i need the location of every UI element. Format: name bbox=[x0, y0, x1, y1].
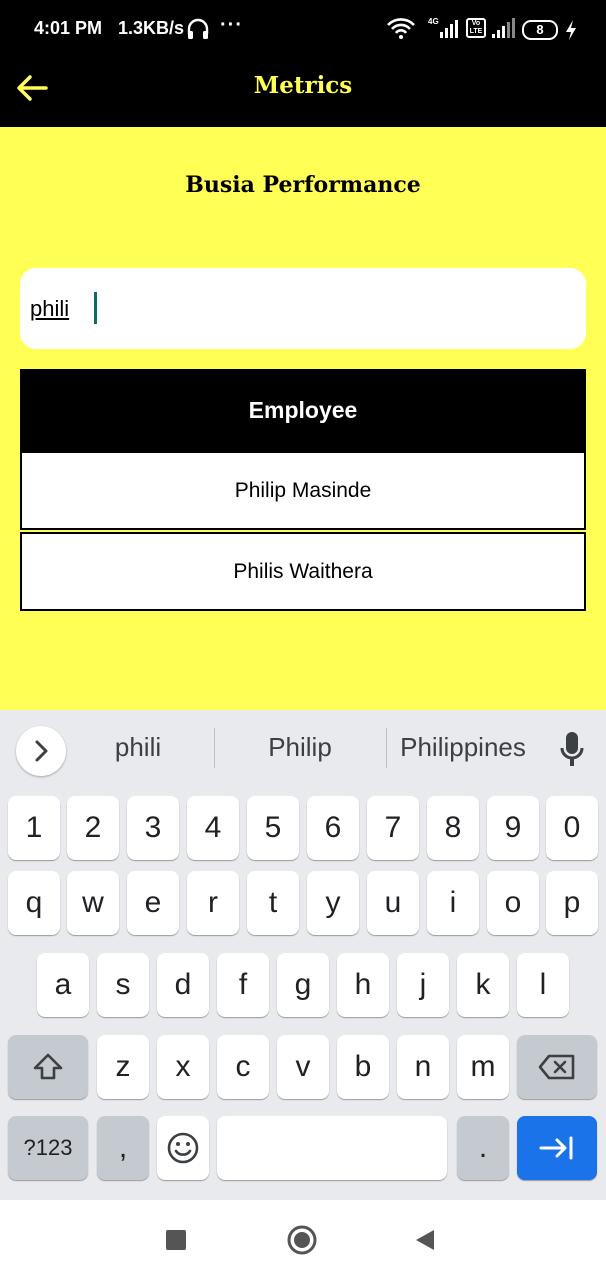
suggestion-1[interactable]: phili bbox=[82, 732, 194, 763]
status-bar: 4:01 PM 1.3KB/s ··· 4G Vo LTE 8 bbox=[0, 0, 606, 58]
key-o[interactable]: o bbox=[487, 871, 539, 935]
tab-arrow-icon bbox=[539, 1136, 573, 1160]
key-c[interactable]: c bbox=[217, 1035, 269, 1099]
headphones-icon bbox=[187, 18, 209, 39]
search-input[interactable] bbox=[30, 292, 570, 326]
recent-apps-icon[interactable] bbox=[166, 1230, 186, 1250]
key-d[interactable]: d bbox=[157, 953, 209, 1017]
table-row[interactable]: Philip Masinde bbox=[20, 451, 586, 530]
key-j[interactable]: j bbox=[397, 953, 449, 1017]
smiley-icon bbox=[167, 1132, 199, 1164]
key-y[interactable]: y bbox=[307, 871, 359, 935]
suggestion-divider bbox=[386, 728, 387, 768]
key-e[interactable]: e bbox=[127, 871, 179, 935]
backspace-icon bbox=[538, 1054, 575, 1080]
soft-keyboard: phili Philip Philippines 1 2 3 4 5 6 7 8… bbox=[0, 710, 606, 1200]
battery-icon: 8 bbox=[522, 20, 558, 40]
table-row[interactable]: Philis Waithera bbox=[20, 532, 586, 611]
key-8[interactable]: 8 bbox=[427, 796, 479, 860]
table-header-employee: Employee bbox=[20, 369, 586, 451]
wifi-icon bbox=[387, 18, 415, 39]
key-u[interactable]: u bbox=[367, 871, 419, 935]
microphone-icon[interactable] bbox=[558, 728, 586, 770]
key-f[interactable]: f bbox=[217, 953, 269, 1017]
expand-toolbar-button[interactable] bbox=[16, 726, 66, 776]
employee-table: Employee Philip Masinde Philis Waithera bbox=[20, 369, 586, 611]
suggestion-2[interactable]: Philip bbox=[232, 732, 368, 763]
app-title: Metrics bbox=[253, 72, 353, 99]
text-cursor bbox=[94, 292, 97, 324]
app-header: 4:01 PM 1.3KB/s ··· 4G Vo LTE 8 Metrics bbox=[0, 0, 606, 127]
symbols-key[interactable]: ?123 bbox=[8, 1116, 88, 1180]
key-w[interactable]: w bbox=[67, 871, 119, 935]
back-triangle-icon[interactable] bbox=[414, 1228, 436, 1252]
key-v[interactable]: v bbox=[277, 1035, 329, 1099]
key-6[interactable]: 6 bbox=[307, 796, 359, 860]
key-h[interactable]: h bbox=[337, 953, 389, 1017]
suggestion-strip: phili Philip Philippines bbox=[0, 710, 606, 786]
shift-icon bbox=[33, 1053, 63, 1080]
status-time: 4:01 PM bbox=[34, 18, 103, 38]
key-x[interactable]: x bbox=[157, 1035, 209, 1099]
key-9[interactable]: 9 bbox=[487, 796, 539, 860]
svg-text:4G: 4G bbox=[428, 17, 439, 26]
suggestion-divider bbox=[214, 728, 215, 768]
home-icon[interactable] bbox=[286, 1224, 318, 1256]
key-7[interactable]: 7 bbox=[367, 796, 419, 860]
key-s[interactable]: s bbox=[97, 953, 149, 1017]
key-3[interactable]: 3 bbox=[127, 796, 179, 860]
key-1[interactable]: 1 bbox=[8, 796, 60, 860]
key-4[interactable]: 4 bbox=[187, 796, 239, 860]
more-notifications-icon: ··· bbox=[220, 14, 243, 36]
key-l[interactable]: l bbox=[517, 953, 569, 1017]
key-t[interactable]: t bbox=[247, 871, 299, 935]
key-g[interactable]: g bbox=[277, 953, 329, 1017]
signal-4g-icon: 4G bbox=[428, 17, 458, 38]
suggestion-3[interactable]: Philippines bbox=[396, 732, 530, 763]
backspace-key[interactable] bbox=[517, 1035, 597, 1099]
enter-key[interactable] bbox=[517, 1116, 597, 1180]
key-a[interactable]: a bbox=[37, 953, 89, 1017]
key-m[interactable]: m bbox=[457, 1035, 509, 1099]
key-p[interactable]: p bbox=[546, 871, 598, 935]
key-0[interactable]: 0 bbox=[546, 796, 598, 860]
signal-icon bbox=[492, 18, 515, 38]
status-network-speed: 1.3KB/s bbox=[118, 18, 185, 38]
key-z[interactable]: z bbox=[97, 1035, 149, 1099]
emoji-key[interactable] bbox=[157, 1116, 209, 1180]
key-2[interactable]: 2 bbox=[67, 796, 119, 860]
volte-icon: Vo LTE bbox=[466, 18, 486, 38]
key-r[interactable]: r bbox=[187, 871, 239, 935]
comma-key[interactable]: , bbox=[97, 1116, 149, 1180]
key-k[interactable]: k bbox=[457, 953, 509, 1017]
key-b[interactable]: b bbox=[337, 1035, 389, 1099]
search-box[interactable] bbox=[20, 268, 586, 349]
page-heading: Busia Performance bbox=[185, 172, 421, 198]
period-key[interactable]: . bbox=[457, 1116, 509, 1180]
key-i[interactable]: i bbox=[427, 871, 479, 935]
key-q[interactable]: q bbox=[8, 871, 60, 935]
system-navigation-bar bbox=[0, 1200, 606, 1280]
charging-bolt-icon bbox=[566, 20, 576, 40]
shift-key[interactable] bbox=[8, 1035, 88, 1099]
key-5[interactable]: 5 bbox=[247, 796, 299, 860]
chevron-right-icon bbox=[35, 740, 48, 762]
space-bar[interactable] bbox=[217, 1116, 447, 1180]
key-n[interactable]: n bbox=[397, 1035, 449, 1099]
